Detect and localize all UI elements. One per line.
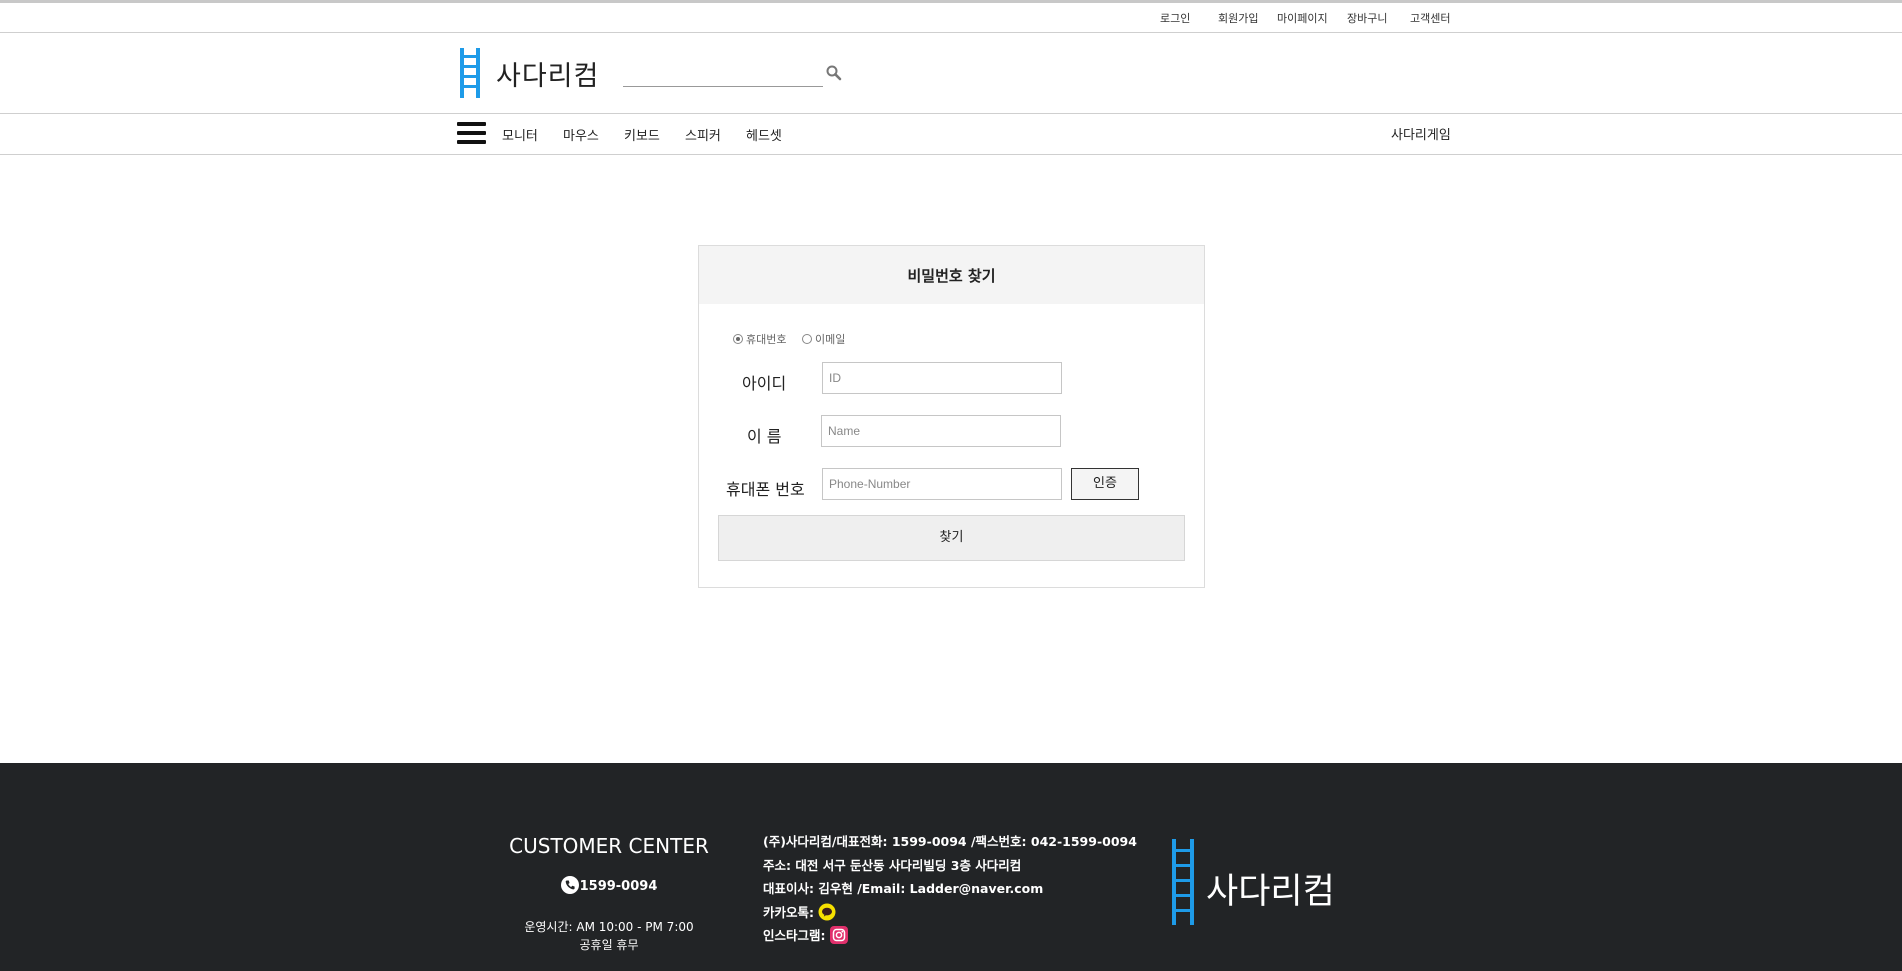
customer-center-phone: 1599-0094 xyxy=(490,876,728,894)
company-info-line-2: 주소: 대전 서구 둔산동 사다리빌딩 3층 사다리컴 xyxy=(763,857,1022,873)
nav-item-mouse[interactable]: 마우스 xyxy=(563,125,599,144)
mypage-link[interactable]: 마이페이지 xyxy=(1277,10,1328,26)
panel-title: 비밀번호 찾기 xyxy=(907,267,996,285)
footer-logo-text: 사다리컴 xyxy=(1206,872,1335,912)
nav-item-headset[interactable]: 헤드셋 xyxy=(746,125,782,144)
search-input[interactable] xyxy=(623,59,823,87)
customer-center-title: CUSTOMER CENTER xyxy=(509,834,709,858)
phone-input[interactable] xyxy=(822,468,1062,500)
phone-icon xyxy=(560,876,579,894)
company-info-line-3: 대표이사: 김우현 /Email: Ladder@naver.com xyxy=(763,881,1044,896)
ladder-game-link[interactable]: 사다리게임 xyxy=(1391,124,1451,143)
ladder-logo-icon xyxy=(460,48,480,98)
find-button[interactable]: 찾기 xyxy=(718,515,1185,561)
find-password-panel: 비밀번호 찾기 휴대번호 이메일 아이디 이 름 휴대폰 번호 인증 찾기 xyxy=(698,245,1205,588)
company-info: (주)사다리컴/대표전화: 1599-0094 /팩스번호: 042-1599-… xyxy=(763,830,1137,948)
site-logo[interactable]: 사다리컴 xyxy=(459,48,609,98)
method-radio-group: 휴대번호 이메일 xyxy=(733,331,857,347)
header: 사다리컴 xyxy=(0,33,1902,114)
instagram-row: 인스타그램: xyxy=(763,924,1137,948)
name-label: 이 름 xyxy=(747,427,782,446)
footer-logo: 사다리컴 xyxy=(1170,839,1340,929)
phone-method-label[interactable]: 휴대번호 xyxy=(746,333,786,346)
top-utility-bar: 로그인 회원가입 마이페이지 장바구니 고객센터 xyxy=(0,0,1902,33)
email-method-label[interactable]: 이메일 xyxy=(815,333,845,346)
id-input[interactable] xyxy=(822,362,1062,394)
nav-item-keyboard[interactable]: 키보드 xyxy=(624,125,660,144)
nav-item-monitor[interactable]: 모니터 xyxy=(502,125,538,144)
footer-ladder-logo-icon xyxy=(1172,839,1194,925)
search-icon[interactable] xyxy=(825,64,843,82)
holiday-text: 공휴일 휴무 xyxy=(579,938,639,952)
email-method-radio[interactable] xyxy=(801,334,812,344)
kakao-label: 카카오톡: xyxy=(763,904,814,920)
instagram-icon[interactable] xyxy=(829,926,848,944)
panel-header: 비밀번호 찾기 xyxy=(699,246,1204,304)
kakaotalk-icon[interactable] xyxy=(818,903,836,921)
login-link[interactable]: 로그인 xyxy=(1160,10,1190,26)
hamburger-menu-icon[interactable] xyxy=(457,122,486,146)
footer: CUSTOMER CENTER 1599-0094 운영시간: AM 10:00… xyxy=(0,763,1902,971)
verify-button[interactable]: 인증 xyxy=(1071,468,1139,500)
customer-center-hours: 운영시간: AM 10:00 - PM 7:00 공휴일 휴무 xyxy=(490,918,728,954)
name-input[interactable] xyxy=(821,415,1061,447)
customer-center-phone-number: 1599-0094 xyxy=(579,879,658,894)
search-bar xyxy=(623,55,843,91)
category-nav: 모니터 마우스 키보드 스피커 헤드셋 사다리게임 xyxy=(0,114,1902,155)
cart-link[interactable]: 장바구니 xyxy=(1347,10,1387,26)
instagram-label: 인스타그램: xyxy=(763,928,826,943)
nav-item-speaker[interactable]: 스피커 xyxy=(685,125,721,144)
kakao-row: 카카오톡: xyxy=(763,901,1137,925)
customer-center-link[interactable]: 고객센터 xyxy=(1410,10,1450,26)
hours-text: 운영시간: AM 10:00 - PM 7:00 xyxy=(524,920,694,934)
phone-label: 휴대폰 번호 xyxy=(726,480,805,499)
id-label: 아이디 xyxy=(742,374,787,393)
signup-link[interactable]: 회원가입 xyxy=(1218,10,1258,26)
phone-method-radio[interactable] xyxy=(733,334,743,344)
logo-text: 사다리컴 xyxy=(496,61,600,92)
company-info-line-1: (주)사다리컴/대표전화: 1599-0094 /팩스번호: 042-1599-… xyxy=(763,834,1137,849)
